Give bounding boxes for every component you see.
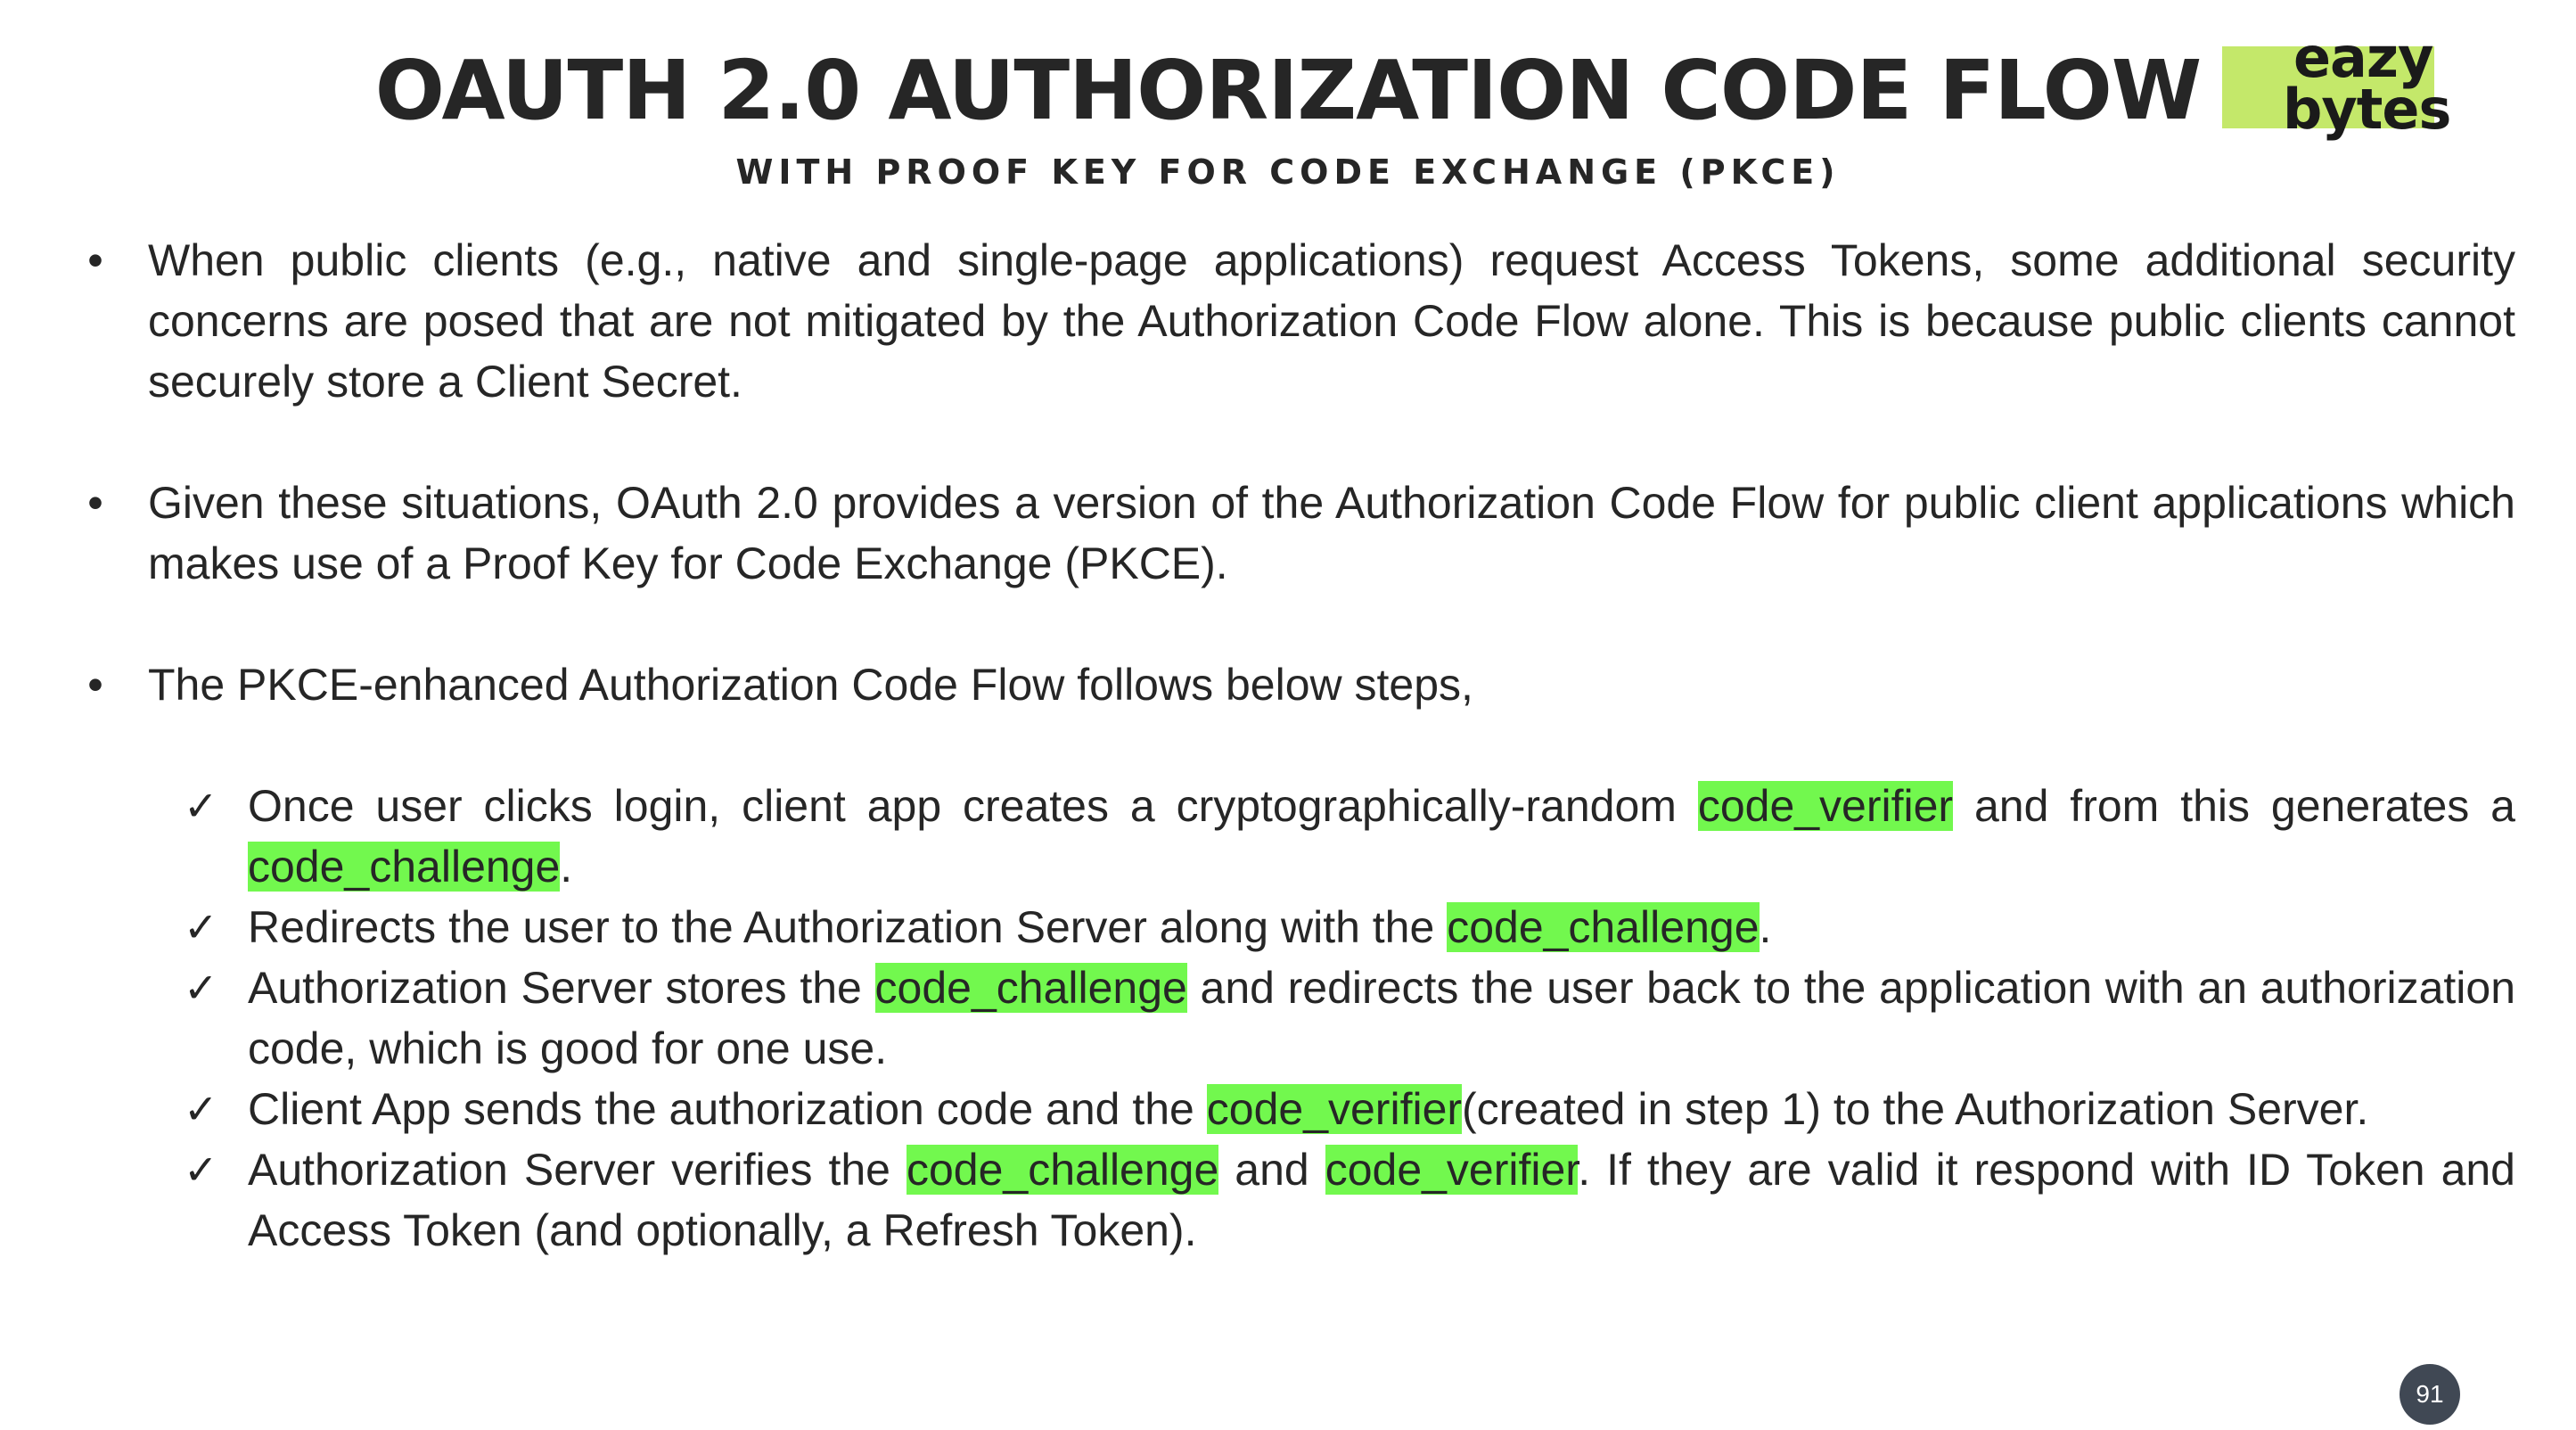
step-text: .	[560, 842, 573, 892]
highlight-code-challenge: code_challenge	[1447, 902, 1760, 952]
step-text: Once user clicks login, client app creat…	[248, 781, 1698, 831]
bullet-icon: •	[87, 660, 103, 710]
bullet-icon: •	[87, 478, 103, 528]
step-1: Once user clicks login, client app creat…	[248, 776, 2515, 897]
highlight-code-verifier: code_verifier	[1325, 1145, 1579, 1195]
bullet-item-steps-intro: The PKCE-enhanced Authorization Code Flo…	[148, 660, 1473, 710]
checkmark-icon: ✓	[184, 903, 218, 951]
checkmark-icon: ✓	[184, 964, 218, 1012]
step-text: Authorization Server verifies the	[248, 1145, 907, 1195]
step-text: Authorization Server stores the	[248, 963, 875, 1013]
step-text: (created in step 1) to the Authorization…	[1462, 1084, 2369, 1134]
step-text: and	[1218, 1145, 1325, 1195]
slide-subtitle: WITH PROOF KEY FOR CODE EXCHANGE (PKCE)	[735, 152, 1841, 192]
checkmark-icon: ✓	[184, 1146, 218, 1194]
page-number-badge: 91	[2400, 1364, 2460, 1425]
checkmark-icon: ✓	[184, 1085, 218, 1133]
checkmark-icon: ✓	[184, 782, 218, 830]
bullet-icon: •	[87, 235, 103, 285]
highlight-code-verifier: code_verifier	[1697, 781, 1954, 831]
slide-title: OAUTH 2.0 AUTHORIZATION CODE FLOW	[374, 43, 2203, 138]
step-2: Redirects the user to the Authorization …	[248, 897, 2515, 957]
step-text: .	[1759, 902, 1772, 952]
highlight-code-challenge: code_challenge	[906, 1145, 1219, 1195]
highlight-code-challenge: code_challenge	[248, 842, 561, 892]
bullet-item-pkce-version: Given these situations, OAuth 2.0 provid…	[148, 478, 2515, 588]
highlight-code-challenge: code_challenge	[874, 963, 1187, 1013]
step-3: Authorization Server stores the code_cha…	[248, 957, 2515, 1079]
eazybytes-logo: eazy bytes	[2222, 30, 2516, 142]
highlight-code-verifier: code_verifier	[1206, 1084, 1463, 1134]
step-5: Authorization Server verifies the code_c…	[248, 1139, 2515, 1261]
logo-line-2: bytes	[2283, 77, 2451, 142]
step-4: Client App sends the authorization code …	[248, 1079, 2515, 1139]
bullet-item-public-clients: When public clients (e.g., native and si…	[148, 235, 2515, 407]
step-text: and from this generates a	[1953, 781, 2515, 831]
step-text: Redirects the user to the Authorization …	[248, 902, 1448, 952]
step-text: Client App sends the authorization code …	[248, 1084, 1207, 1134]
